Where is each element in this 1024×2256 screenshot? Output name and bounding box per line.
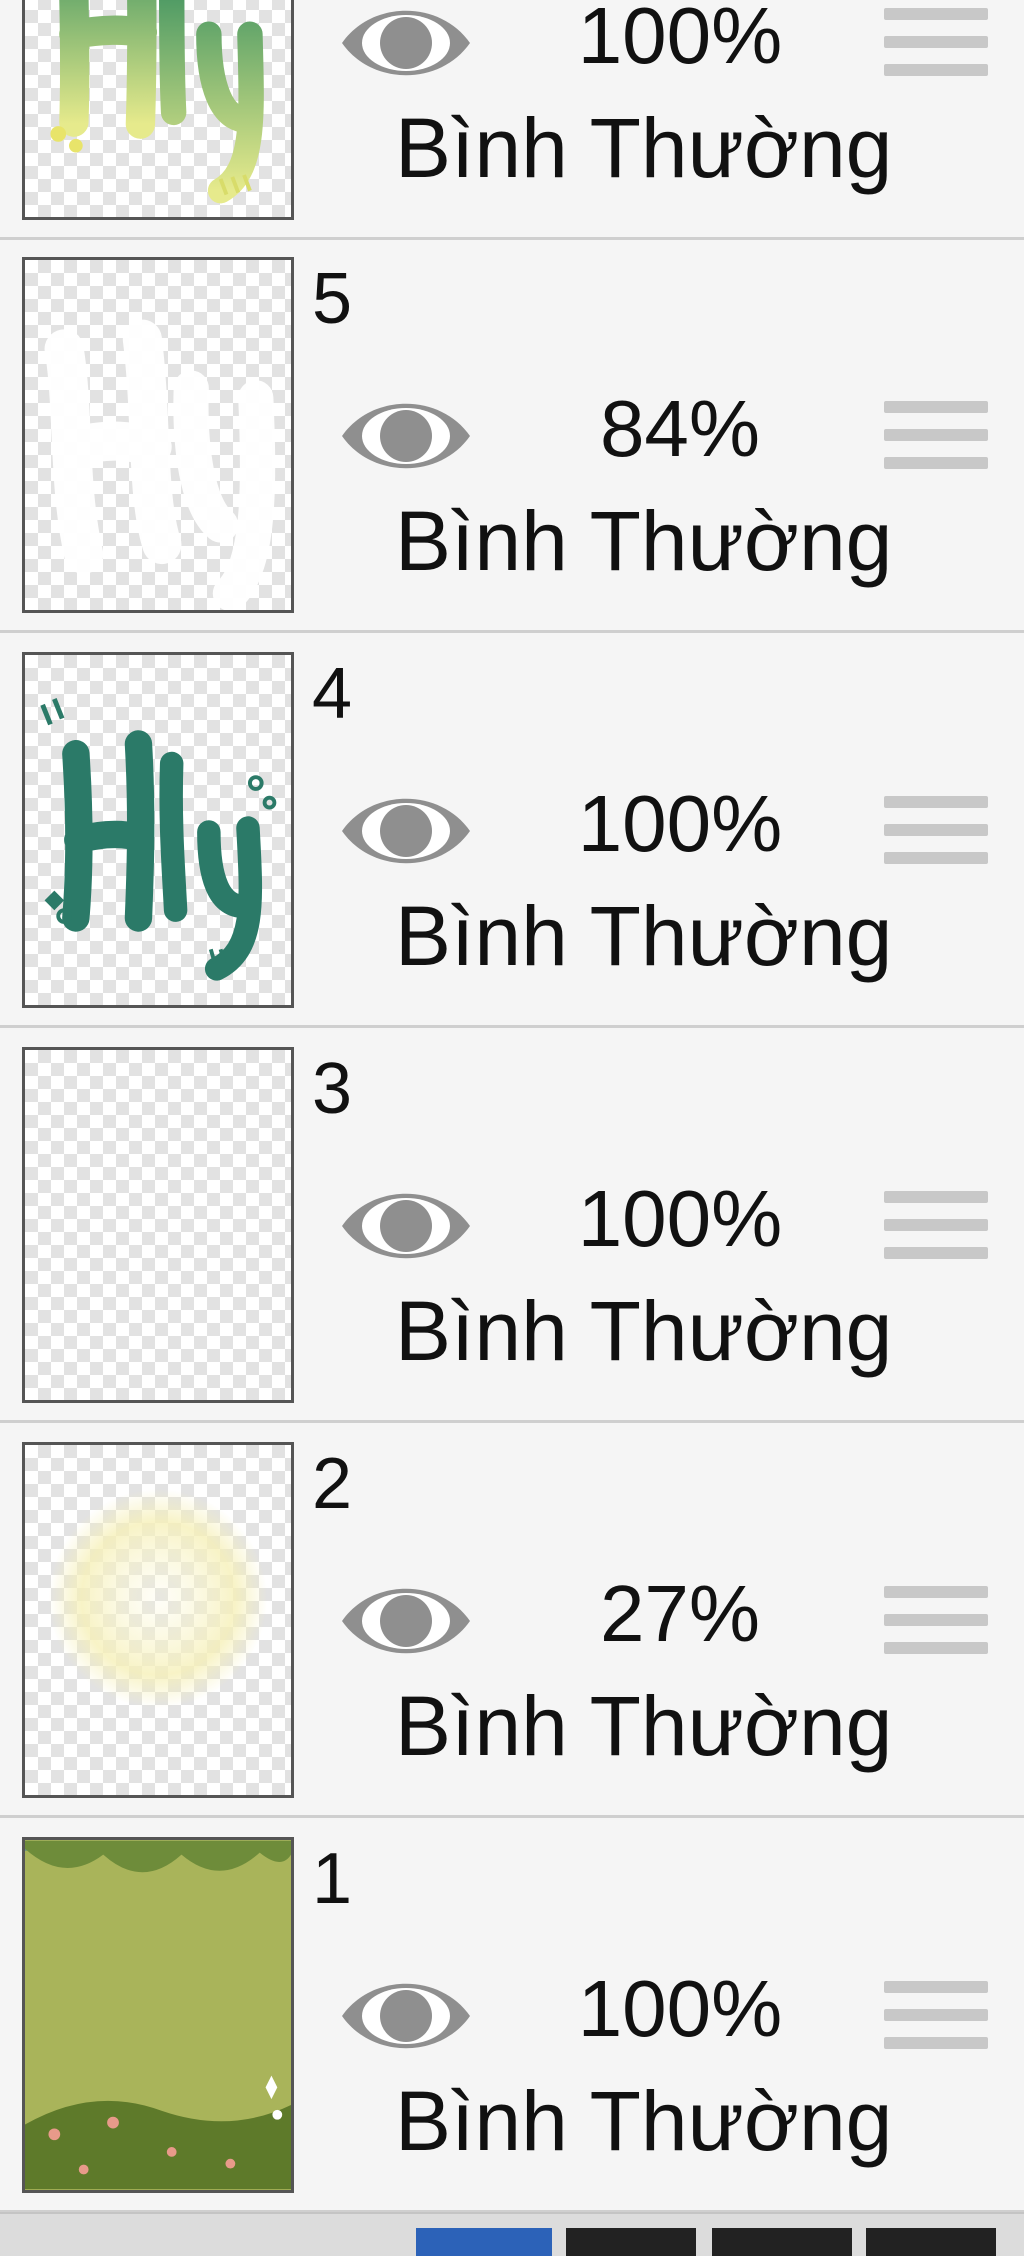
lettering-thumbnail-image	[50, 0, 264, 204]
layer-blend-mode[interactable]: Bình Thường	[395, 1289, 892, 1373]
eye-icon[interactable]	[336, 1971, 476, 2061]
toolbar-tab[interactable]	[866, 2228, 996, 2256]
drag-handle-icon[interactable]	[884, 1981, 988, 2065]
layer-number: 5	[312, 259, 353, 339]
layer-opacity[interactable]: 27%	[520, 1574, 840, 1654]
layer-opacity[interactable]: 100%	[520, 784, 840, 864]
olive-background-thumbnail-image	[25, 1840, 291, 2190]
toolbar-tab[interactable]	[712, 2228, 852, 2256]
eye-icon[interactable]	[336, 0, 476, 88]
eye-icon[interactable]	[336, 786, 476, 876]
layer-thumbnail[interactable]	[22, 1047, 294, 1403]
layer-row[interactable]: 1 100% Bình Thường	[0, 1821, 1024, 2213]
layer-row[interactable]: 100% Bình Thường	[0, 0, 1024, 240]
layer-thumbnail[interactable]	[22, 1442, 294, 1798]
layers-panel: 100% Bình Thường 5 84% Bình Thường 4 100…	[0, 0, 1024, 2256]
drag-handle-icon[interactable]	[884, 401, 988, 485]
layer-thumbnail[interactable]	[22, 0, 294, 220]
eye-icon[interactable]	[336, 1576, 476, 1666]
layer-opacity[interactable]: 84%	[520, 389, 840, 469]
glow-thumbnail-image	[48, 1488, 268, 1709]
layer-blend-mode[interactable]: Bình Thường	[395, 106, 892, 190]
toolbar-tab[interactable]	[566, 2228, 696, 2256]
eye-icon[interactable]	[336, 391, 476, 481]
white-silhouette-thumbnail-image	[44, 319, 276, 610]
layer-row[interactable]: 4 100% Bình Thường	[0, 636, 1024, 1028]
layer-blend-mode[interactable]: Bình Thường	[395, 2079, 892, 2163]
layer-opacity[interactable]: 100%	[520, 1179, 840, 1259]
layer-blend-mode[interactable]: Bình Thường	[395, 499, 892, 583]
layer-blend-mode[interactable]: Bình Thường	[395, 894, 892, 978]
bottom-toolbar	[0, 2212, 1024, 2256]
layer-thumbnail[interactable]	[22, 1837, 294, 2193]
layer-row[interactable]: 3 100% Bình Thường	[0, 1031, 1024, 1423]
drag-handle-icon[interactable]	[884, 8, 988, 92]
eye-icon[interactable]	[336, 1181, 476, 1271]
layer-thumbnail[interactable]	[22, 652, 294, 1008]
layer-number: 4	[312, 654, 353, 734]
layer-opacity[interactable]: 100%	[520, 0, 840, 76]
layer-number: 3	[312, 1049, 353, 1129]
layer-blend-mode[interactable]: Bình Thường	[395, 1684, 892, 1768]
layer-thumbnail[interactable]	[22, 257, 294, 613]
layer-number: 1	[312, 1839, 353, 1919]
layer-row[interactable]: 5 84% Bình Thường	[0, 241, 1024, 633]
drag-handle-icon[interactable]	[884, 1586, 988, 1670]
teal-lettering-thumbnail-image	[40, 698, 277, 981]
drag-handle-icon[interactable]	[884, 796, 988, 880]
layer-row[interactable]: 2 27% Bình Thường	[0, 1426, 1024, 1818]
layer-opacity[interactable]: 100%	[520, 1969, 840, 2049]
toolbar-tab-active[interactable]	[416, 2228, 552, 2256]
layer-number: 2	[312, 1444, 353, 1524]
drag-handle-icon[interactable]	[884, 1191, 988, 1275]
